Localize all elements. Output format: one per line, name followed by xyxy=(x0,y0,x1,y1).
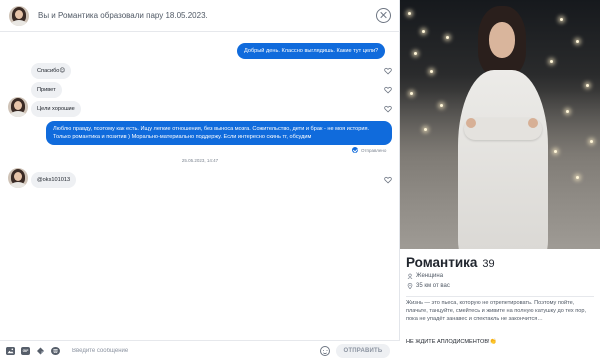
sender-avatar[interactable] xyxy=(8,168,28,188)
sticker-icon[interactable] xyxy=(36,347,45,355)
profile-age: 39 xyxy=(482,258,495,270)
location-icon xyxy=(407,283,413,289)
heart-icon[interactable] xyxy=(384,105,392,113)
heart-icon[interactable] xyxy=(384,86,392,94)
sender-avatar[interactable] xyxy=(8,97,28,117)
profile-gender-row: Женщина xyxy=(407,273,443,279)
gender-icon xyxy=(407,273,413,279)
send-button[interactable]: ОТПРАВИТЬ xyxy=(336,344,390,358)
emoji-icon[interactable] xyxy=(320,346,330,356)
chat-header: Вы и Романтика образовали пару 18.05.202… xyxy=(0,0,400,32)
heart-icon[interactable] xyxy=(384,176,392,184)
music-icon[interactable] xyxy=(51,347,60,355)
message-input[interactable] xyxy=(72,345,312,357)
profile-name: Романтика xyxy=(406,255,478,270)
profile-panel: Романтика 39 Женщина 35 км от вас Жизнь … xyxy=(400,0,600,359)
profile-name-row: Романтика 39 xyxy=(406,255,495,270)
match-avatar[interactable] xyxy=(9,5,29,26)
match-announcement: Вы и Романтика образовали пару 18.05.202… xyxy=(38,11,208,20)
profile-bio-tagline: НЕ ЖДИТЕ АПЛОДИСМЕНТОВ!👏 xyxy=(406,339,497,345)
image-icon[interactable] xyxy=(6,347,15,355)
gif-icon[interactable]: GIF xyxy=(21,347,30,355)
message-incoming[interactable]: Привет xyxy=(31,82,62,98)
message-incoming[interactable]: @oks101013 xyxy=(31,172,77,188)
profile-photo[interactable] xyxy=(400,0,600,249)
chat-panel: Вы и Романтика образовали пару 18.05.202… xyxy=(0,0,400,359)
check-icon xyxy=(352,147,358,153)
profile-gender: Женщина xyxy=(416,273,444,279)
message-outgoing[interactable]: Люблю правду, поэтому как есть. Ищу легк… xyxy=(46,121,392,145)
profile-distance-row: 35 км от вас xyxy=(407,283,450,289)
sent-label: Отправлено xyxy=(361,147,387,153)
close-icon[interactable] xyxy=(376,8,391,23)
message-incoming[interactable]: Цели хорошие xyxy=(31,101,81,117)
message-composer: GIF ОТПРАВИТЬ xyxy=(0,340,400,359)
message-incoming[interactable]: Спасибо😊 xyxy=(31,63,72,79)
bio-divider xyxy=(406,296,594,297)
sent-status: Отправлено xyxy=(352,147,386,153)
message-outgoing[interactable]: Добрый день. Классно выглядишь. Какие ту… xyxy=(237,43,386,59)
heart-icon[interactable] xyxy=(384,67,392,75)
message-timestamp: 25.05.2023, 14:47 xyxy=(181,158,219,163)
profile-bio: Жизнь — это пьеса, которую не отрепетиро… xyxy=(406,300,587,322)
profile-distance: 35 км от вас xyxy=(416,283,450,289)
